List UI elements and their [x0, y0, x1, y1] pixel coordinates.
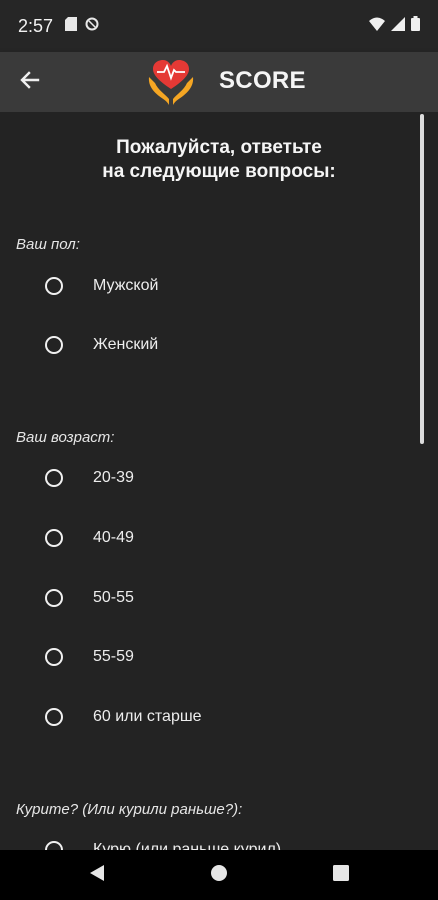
system-nav-bar	[0, 850, 438, 900]
age-option-55-59[interactable]: 55-59	[0, 637, 400, 677]
age-option-50-55[interactable]: 50-55	[0, 578, 400, 618]
radio-button-icon[interactable]	[45, 277, 63, 295]
gender-option-male[interactable]: Мужской	[0, 266, 400, 306]
app-bar: SCORE	[0, 52, 438, 112]
wifi-icon	[369, 17, 385, 36]
back-triangle-icon	[89, 864, 105, 887]
radio-label: 55-59	[93, 648, 134, 665]
status-bar: 2:57	[0, 0, 438, 52]
recents-square-icon	[333, 864, 349, 886]
nav-back-button[interactable]	[84, 862, 110, 888]
radio-label: 60 или старше	[93, 708, 202, 725]
status-time: 2:57	[18, 15, 54, 36]
app-title: SCORE	[219, 67, 306, 94]
radio-button-icon[interactable]	[45, 469, 63, 487]
radio-button-icon[interactable]	[45, 336, 63, 354]
form-heading: Пожалуйста, ответьте на следующие вопрос…	[0, 136, 438, 184]
radio-label: Мужской	[93, 277, 159, 294]
nav-recents-button[interactable]	[328, 862, 354, 888]
form-heading-line: на следующие вопросы:	[102, 161, 336, 182]
gender-option-female[interactable]: Женский	[0, 325, 400, 365]
radio-button-icon[interactable]	[45, 648, 63, 666]
age-label: Ваш возраст:	[16, 429, 115, 446]
age-option-20-39[interactable]: 20-39	[0, 458, 400, 498]
smoking-option-yes[interactable]: Курю (или раньше курил)	[0, 830, 400, 850]
age-option-60-plus[interactable]: 60 или старше	[0, 697, 400, 737]
age-option-40-49[interactable]: 40-49	[0, 518, 400, 558]
radio-label: Курю (или раньше курил)	[93, 841, 282, 850]
sim-card-icon	[65, 16, 78, 36]
signal-icon	[391, 16, 405, 36]
data-saver-icon	[85, 17, 99, 36]
home-circle-icon	[210, 864, 228, 887]
question-form[interactable]: Пожалуйста, ответьте на следующие вопрос…	[0, 112, 438, 850]
back-arrow-icon	[20, 70, 40, 95]
form-heading-line: Пожалуйста, ответьте	[116, 137, 322, 158]
smoking-label: Курите? (Или курили раньше?):	[16, 801, 243, 818]
gender-label: Ваш пол:	[16, 236, 80, 253]
heart-hands-logo	[145, 59, 197, 112]
back-button[interactable]	[12, 64, 48, 100]
radio-label: Женский	[93, 336, 159, 353]
radio-button-icon[interactable]	[45, 708, 63, 726]
radio-label: 40-49	[93, 529, 134, 546]
radio-button-icon[interactable]	[45, 589, 63, 607]
radio-label: 50-55	[93, 589, 134, 606]
radio-button-icon[interactable]	[45, 841, 63, 850]
radio-label: 20-39	[93, 469, 134, 486]
nav-home-button[interactable]	[206, 862, 232, 888]
battery-icon	[411, 16, 420, 36]
radio-button-icon[interactable]	[45, 529, 63, 547]
